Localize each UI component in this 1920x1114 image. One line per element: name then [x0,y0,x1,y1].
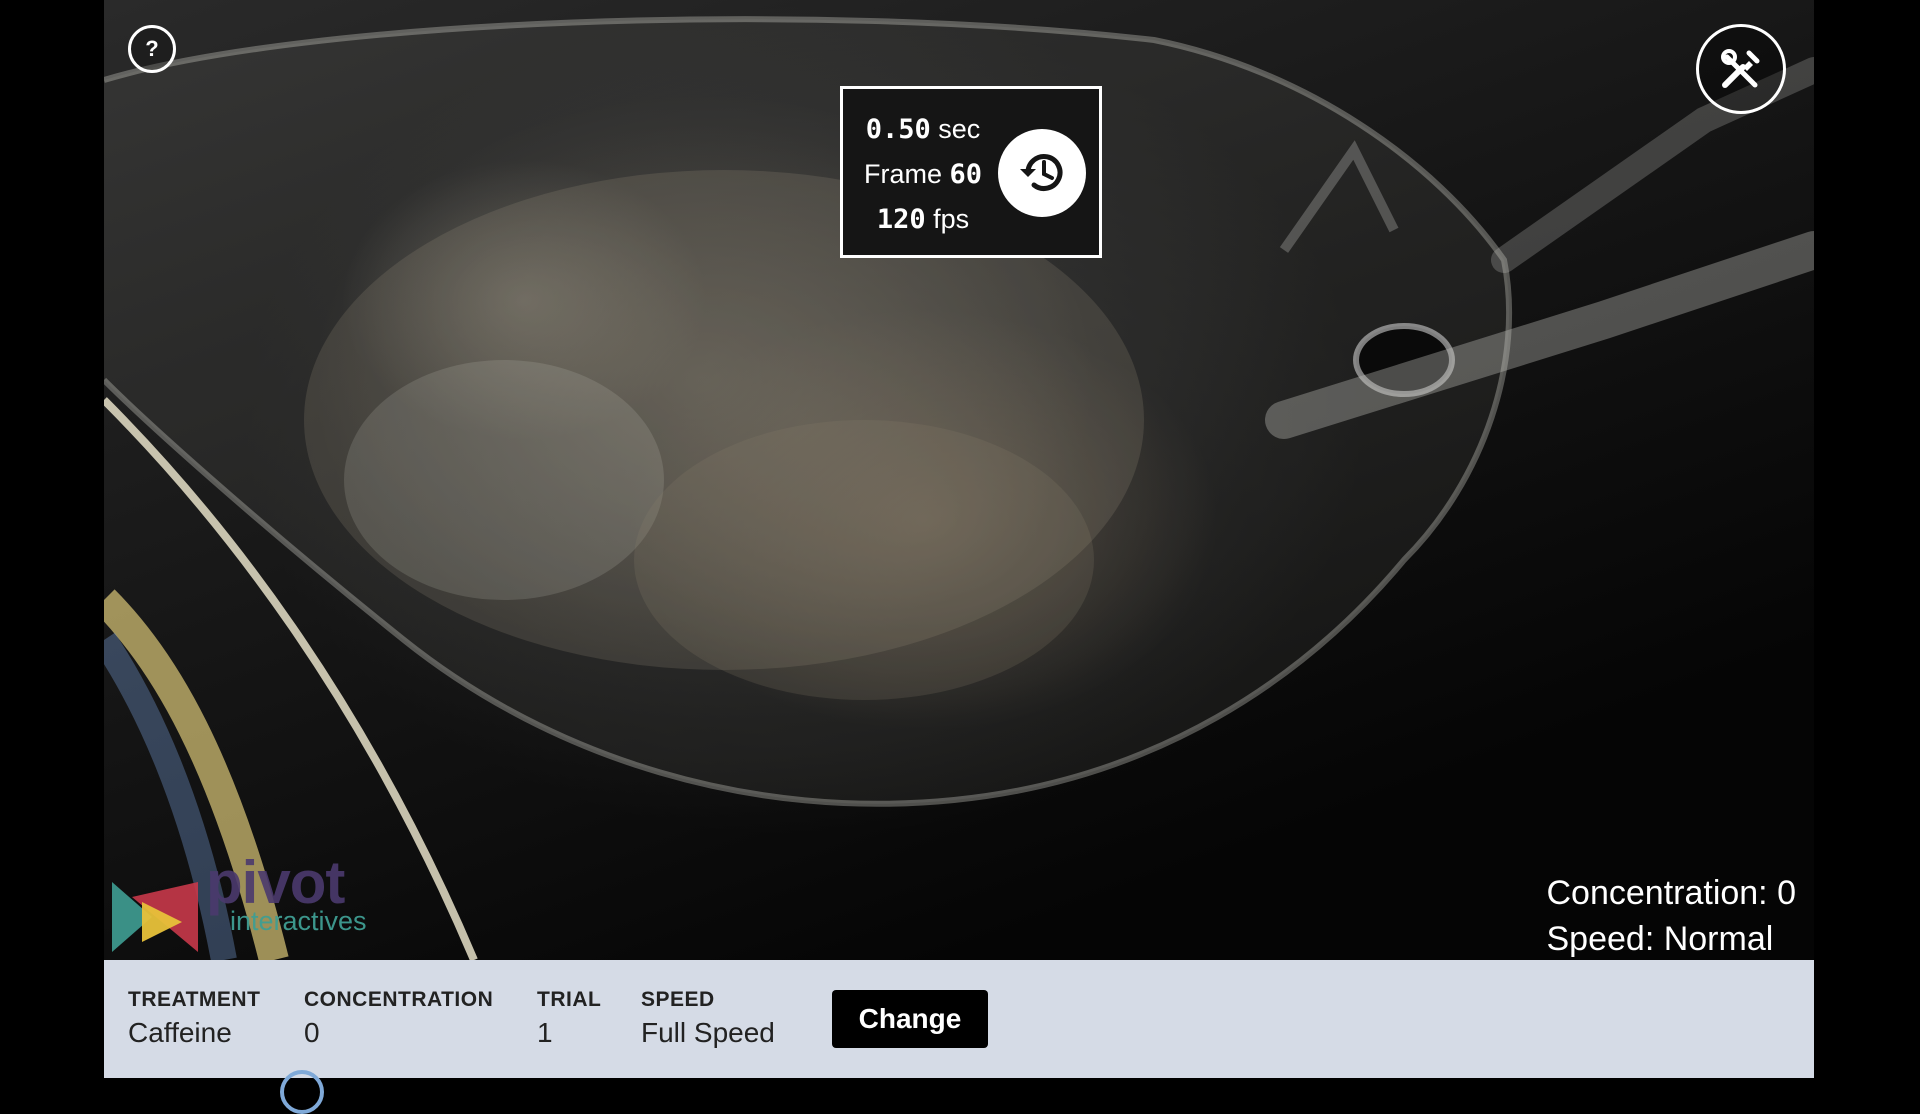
history-reset-icon [1020,154,1063,191]
speed-label: SPEED [641,988,715,1011]
wrench-screwdriver-icon [1721,49,1760,88]
help-button[interactable]: ? [128,25,176,73]
frame-value: 60 [949,159,983,190]
trial-control-bar: TREATMENT Caffeine CONCENTRATION 0 TRIAL… [104,960,1814,1078]
frame-label: Frame [863,159,942,189]
tools-button[interactable] [1696,24,1786,114]
frame-number: Frame 60 [858,152,988,197]
trial-label: TRIAL [537,988,602,1011]
time-readout-text: 0.50 sec Frame 60 120 fps [858,107,988,242]
overlay-concentration: Concentration: 0 [1546,874,1797,912]
concentration-label: CONCENTRATION [304,988,494,1011]
reset-time-button[interactable] [998,129,1086,217]
time-readout-panel: 0.50 sec Frame 60 120 fps [840,86,1102,258]
elapsed-seconds-unit: sec [938,114,981,144]
change-button[interactable]: Change [832,990,988,1048]
treatment-value: Caffeine [128,1017,232,1048]
question-icon: ? [145,36,159,61]
elapsed-time: 0.50 sec [858,107,988,152]
elapsed-seconds: 0.50 [865,114,931,145]
fps-unit: fps [933,204,970,234]
trial-value: 1 [537,1017,553,1048]
speed-value: Full Speed [641,1017,775,1048]
treatment-label: TREATMENT [128,988,261,1011]
logo-triangles-icon [112,882,198,952]
speed-field: SPEED Full Speed [641,988,775,1049]
frame-rate: 120 fps [858,197,988,242]
treatment-field: TREATMENT Caffeine [128,988,260,1049]
concentration-field: CONCENTRATION 0 [304,988,493,1049]
overlay-speed: Speed: Normal [1546,920,1774,958]
trial-field: TRIAL 1 [537,988,601,1049]
video-overlay-readout: Concentration: 0 Speed: Normal [1547,870,1797,962]
concentration-value: 0 [304,1017,320,1048]
fps-value: 120 [876,204,926,235]
scrubber-handle[interactable] [280,1070,324,1114]
pivot-interactives-logo: pivot interactives [110,849,390,952]
logo-subtitle: interactives [230,906,367,936]
